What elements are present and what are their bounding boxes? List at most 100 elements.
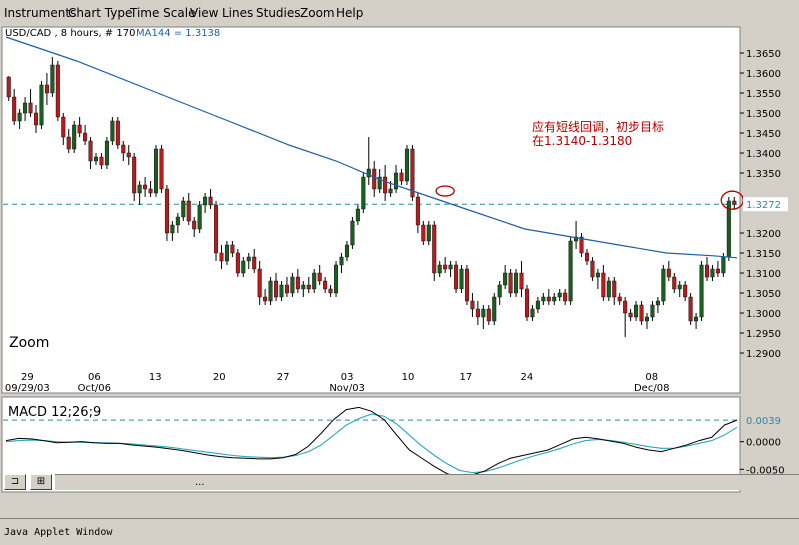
candle — [164, 185, 169, 241]
candle-body — [252, 256, 257, 270]
candle — [268, 277, 273, 305]
menu-item-time-scale[interactable]: Time Scale — [130, 6, 195, 20]
candle-body — [699, 264, 704, 318]
x-day-label: 06 — [88, 372, 101, 383]
candle — [410, 145, 415, 201]
candle-body — [508, 272, 513, 294]
candle — [361, 173, 366, 213]
candle-body — [192, 220, 197, 230]
candle-body — [410, 148, 415, 198]
toolbar-button-2[interactable]: ⊞ — [30, 474, 52, 490]
candle-body — [666, 268, 671, 278]
candle-body — [683, 284, 688, 298]
toolbar-button-1[interactable]: ⊐ — [4, 474, 26, 490]
candle-body — [715, 268, 720, 274]
candle-body — [55, 64, 60, 118]
menu-item-chart-type[interactable]: Chart Type — [68, 6, 132, 20]
candle — [524, 285, 529, 321]
candle — [568, 237, 573, 305]
x-day-label: 27 — [277, 372, 290, 383]
candle — [214, 201, 219, 261]
candle-body — [334, 264, 339, 294]
menu-bar: Instruments Chart Type Time Scale View Lines… — [0, 0, 799, 25]
candle-body — [17, 112, 22, 122]
menu-item-lines[interactable]: Lines — [222, 6, 253, 20]
status-text: Java Applet Window — [4, 527, 113, 538]
candle-body — [263, 296, 268, 302]
candle-body — [524, 288, 529, 318]
candle-body — [721, 256, 726, 274]
chart-area: 应有短线回调，初步目标在1.3140-1.3180 Zoom MACD 12;26… — [1, 26, 788, 493]
x-day-label: 13 — [149, 372, 162, 383]
y-tick-label: 1.3150 — [746, 249, 781, 260]
candle-body — [623, 300, 628, 314]
candle-body — [415, 196, 420, 226]
candle-body — [224, 244, 229, 262]
x-month-label: Oct/06 — [78, 383, 111, 394]
candle — [464, 265, 469, 305]
y-tick-label: 1.3600 — [746, 69, 781, 80]
x-month-label: 09/29/03 — [5, 383, 50, 394]
scrollbar-label: ... — [195, 477, 205, 488]
candle-body — [661, 268, 666, 302]
y-tick-label: 1.3050 — [746, 289, 781, 300]
horizontal-scrollbar[interactable]: ... — [55, 474, 799, 490]
zoom-label: Zoom — [9, 335, 49, 351]
candle-body — [672, 276, 677, 290]
candle-body — [388, 188, 393, 194]
candle-body — [650, 304, 655, 318]
candle-body — [426, 224, 431, 242]
candle-body — [203, 196, 208, 206]
y-tick-label: 1.3400 — [746, 149, 781, 160]
candle-body — [241, 260, 246, 274]
candle-body — [617, 296, 622, 302]
candle-body — [208, 196, 213, 206]
candle-body — [110, 120, 115, 142]
candle — [459, 265, 464, 293]
candle — [55, 61, 60, 121]
menu-item-view[interactable]: View — [190, 6, 218, 20]
candle-body — [568, 240, 573, 302]
candle — [154, 145, 159, 197]
candle-body — [88, 140, 93, 162]
menu-item-help[interactable]: Help — [336, 6, 363, 20]
x-day-label: 08 — [645, 372, 658, 383]
menu-item-instruments[interactable]: Instruments — [4, 6, 76, 20]
x-month-label: Dec/08 — [634, 383, 669, 394]
candle-body — [344, 244, 349, 258]
x-day-label: 03 — [341, 372, 354, 383]
y-tick-label: 1.3450 — [746, 129, 781, 140]
menu-item-studies[interactable]: Studies — [256, 6, 301, 20]
candle-body — [497, 284, 502, 298]
candle — [699, 261, 704, 321]
candle-body — [584, 252, 589, 262]
candle-body — [246, 256, 251, 262]
candle-body — [77, 124, 82, 134]
candle-body — [214, 204, 219, 254]
candle — [404, 145, 409, 185]
candle-body — [328, 288, 333, 294]
candle-body — [170, 224, 175, 234]
candle-body — [181, 200, 186, 218]
candle-body — [257, 268, 262, 298]
candle-body — [454, 264, 459, 290]
candle — [514, 269, 519, 297]
candle — [110, 117, 115, 145]
candle-body — [274, 280, 279, 298]
candle-body — [355, 208, 360, 222]
candle-body — [710, 268, 715, 278]
candle-body — [704, 264, 709, 278]
candle-body — [164, 188, 169, 234]
menu-item-zoom[interactable]: Zoom — [300, 6, 335, 20]
candle-body — [301, 284, 306, 290]
y-tick-label: 1.2900 — [746, 349, 781, 360]
candle-body — [175, 216, 180, 226]
candle-body — [486, 308, 491, 322]
x-day-label: 17 — [460, 372, 473, 383]
x-day-label: 29 — [21, 372, 34, 383]
candle-body — [437, 264, 442, 274]
candle-body — [514, 272, 519, 294]
candle-body — [601, 272, 606, 298]
candle-body — [590, 260, 595, 278]
candle-body — [595, 272, 600, 278]
